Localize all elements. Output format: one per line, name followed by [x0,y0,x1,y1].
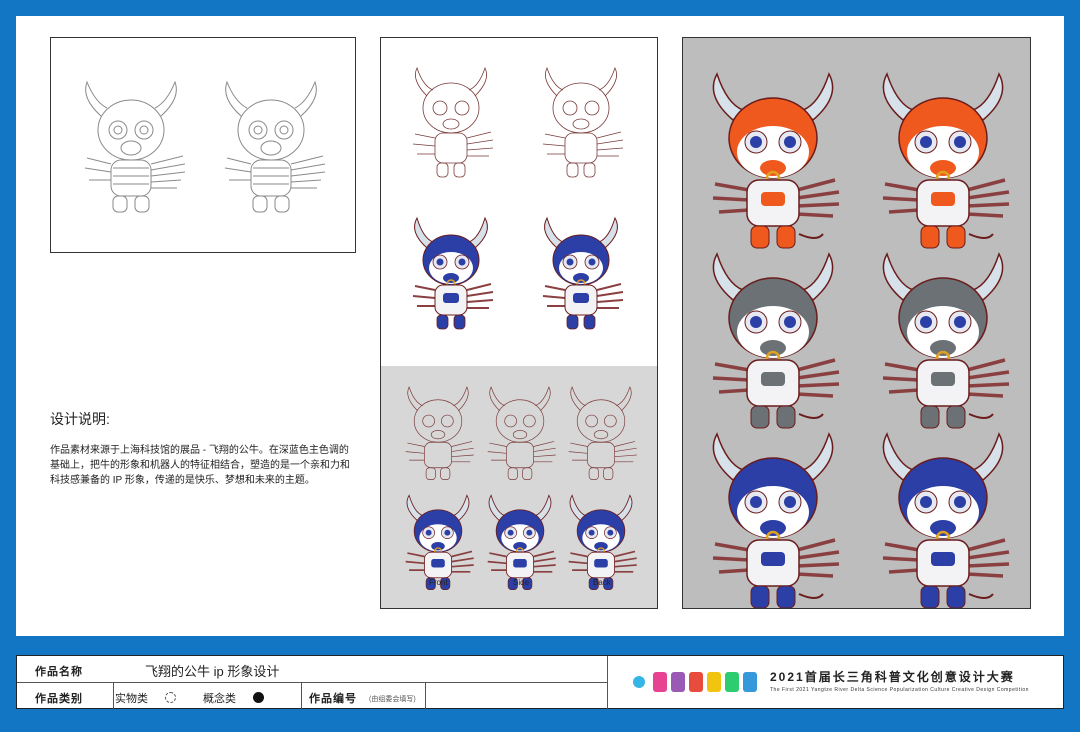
front-view-label: Front [429,578,448,587]
category-label: 作品类别 [35,693,83,705]
sketch-panel [50,37,356,253]
pencil-sketch-pair [84,80,326,213]
footer-row-divider [17,682,607,683]
poster-board: Front Side Back 设计说明: 作品素材来源于上海科技馆的展品 - … [16,16,1064,636]
option-physical-label: 实物类 [115,693,148,705]
name-value: 飞翔的公牛 ip 形象设计 [145,664,280,679]
footer-divider [113,682,114,710]
back-view-label: Back [593,578,611,587]
number-note: (由组委会填写) [369,696,416,703]
development-panel: Front Side Back [380,37,658,609]
option-concept-radio[interactable] [253,692,264,703]
color-variants-panel [682,37,1031,609]
three-view-figures [404,386,638,591]
option-concept-label: 概念类 [203,693,236,705]
lineart-and-colored-figures [412,67,624,330]
name-label: 作品名称 [35,666,83,678]
competition-title: 2021首届长三角科普文化创意设计大赛 [770,670,1015,684]
color-variant-figures [711,72,1011,608]
description-title: 设计说明: [50,411,110,427]
competition-subtitle: The First 2021 Yangtze River Delta Scien… [770,687,1029,693]
footer-divider [425,682,426,710]
side-view-label: Side [513,578,530,587]
entry-info-footer: 作品名称 飞翔的公牛 ip 形象设计 作品类别 实物类 概念类 作品编号 (由组… [16,655,1064,710]
competition-logo [633,672,757,692]
number-label: 作品编号 [309,693,357,705]
three-view-panel: Front Side Back [381,366,657,608]
description-body: 作品素材来源于上海科技馆的展品 - 飞翔的公牛。在深蓝色主色调的基础上，把牛的形… [50,445,350,486]
footer-divider [607,656,608,710]
footer-divider [301,682,302,710]
option-physical-radio[interactable] [165,692,176,703]
